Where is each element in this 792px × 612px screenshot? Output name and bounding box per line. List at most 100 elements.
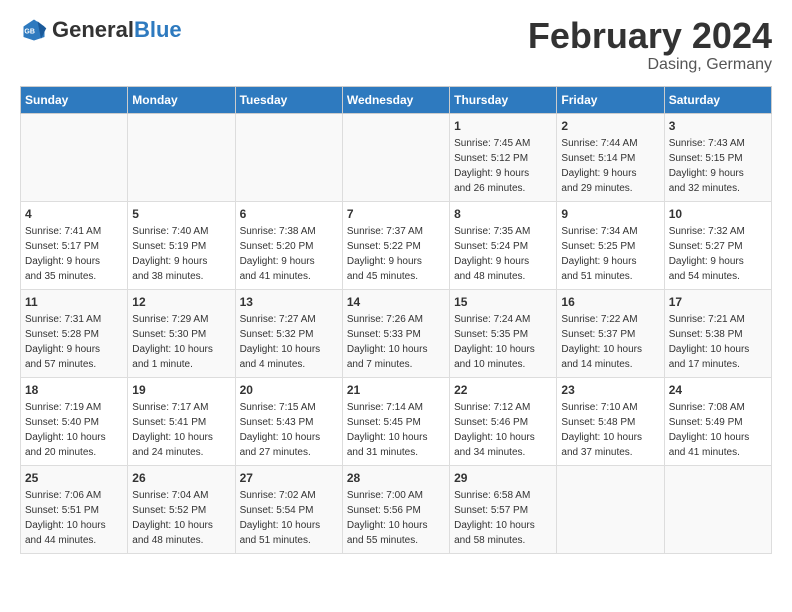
svg-text:GB: GB [24,29,35,36]
day-info: Sunrise: 7:21 AM Sunset: 5:38 PM Dayligh… [669,312,767,372]
table-row: 19Sunrise: 7:17 AM Sunset: 5:41 PM Dayli… [128,377,235,465]
table-row: 7 Sunrise: 7:37 AM Sunset: 5:22 PM Daylig… [342,201,449,289]
day-number: 23 [561,383,659,397]
day-info: Sunrise: 7:14 AM Sunset: 5:45 PM Dayligh… [347,400,445,460]
week-row-2: 11 Sunrise: 7:31 AM Sunset: 5:28 PM Dayli… [21,289,772,377]
day-info: Sunrise: 7:34 AM Sunset: 5:25 PM Dayligh… [561,224,659,284]
table-row: 4Sunrise: 7:41 AM Sunset: 5:17 PM Daylig… [21,201,128,289]
col-monday: Monday [128,86,235,113]
table-row: 13 Sunrise: 7:27 AM Sunset: 5:32 PM Dayli… [235,289,342,377]
day-number: 7 [347,207,445,221]
day-number: 11 [25,295,123,309]
table-row [557,465,664,553]
col-friday: Friday [557,86,664,113]
day-info: Sunrise: 7:08 AM Sunset: 5:49 PM Dayligh… [669,400,767,460]
table-row: 20 Sunrise: 7:15 AM Sunset: 5:43 PM Dayli… [235,377,342,465]
logo-general: General [52,17,134,42]
logo: GB GeneralBlue [20,16,182,44]
calendar-header-row: Sunday Monday Tuesday Wednesday Thursday… [21,86,772,113]
table-row [128,113,235,201]
location: Dasing, Germany [528,56,772,74]
table-row: 5 Sunrise: 7:40 AM Sunset: 5:19 PM Daylig… [128,201,235,289]
table-row: 1Sunrise: 7:45 AM Sunset: 5:12 PM Daylig… [450,113,557,201]
day-number: 28 [347,471,445,485]
table-row: 23 Sunrise: 7:10 AM Sunset: 5:48 PM Dayli… [557,377,664,465]
col-wednesday: Wednesday [342,86,449,113]
week-row-4: 25 Sunrise: 7:06 AM Sunset: 5:51 PM Dayli… [21,465,772,553]
col-sunday: Sunday [21,86,128,113]
table-row: 3 Sunrise: 7:43 AM Sunset: 5:15 PM Daylig… [664,113,771,201]
table-row: 8Sunrise: 7:35 AM Sunset: 5:24 PM Daylig… [450,201,557,289]
title-block: February 2024 Dasing, Germany [528,16,772,74]
day-number: 1 [454,119,552,133]
calendar-table: Sunday Monday Tuesday Wednesday Thursday… [20,86,772,554]
day-number: 13 [240,295,338,309]
day-number: 5 [132,207,230,221]
col-thursday: Thursday [450,86,557,113]
day-info: Sunrise: 7:02 AM Sunset: 5:54 PM Dayligh… [240,488,338,548]
day-info: Sunrise: 7:04 AM Sunset: 5:52 PM Dayligh… [132,488,230,548]
table-row: 6 Sunrise: 7:38 AM Sunset: 5:20 PM Daylig… [235,201,342,289]
day-info: Sunrise: 7:43 AM Sunset: 5:15 PM Dayligh… [669,136,767,196]
day-info: Sunrise: 7:29 AM Sunset: 5:30 PM Dayligh… [132,312,230,372]
day-number: 20 [240,383,338,397]
week-row-1: 4Sunrise: 7:41 AM Sunset: 5:17 PM Daylig… [21,201,772,289]
day-info: Sunrise: 7:06 AM Sunset: 5:51 PM Dayligh… [25,488,123,548]
logo-icon: GB [20,16,48,44]
day-info: Sunrise: 7:40 AM Sunset: 5:19 PM Dayligh… [132,224,230,284]
day-number: 17 [669,295,767,309]
day-number: 16 [561,295,659,309]
day-info: Sunrise: 7:38 AM Sunset: 5:20 PM Dayligh… [240,224,338,284]
day-number: 18 [25,383,123,397]
day-number: 14 [347,295,445,309]
day-info: Sunrise: 7:17 AM Sunset: 5:41 PM Dayligh… [132,400,230,460]
day-info: Sunrise: 7:31 AM Sunset: 5:28 PM Dayligh… [25,312,123,372]
day-info: Sunrise: 7:10 AM Sunset: 5:48 PM Dayligh… [561,400,659,460]
day-number: 8 [454,207,552,221]
day-number: 9 [561,207,659,221]
table-row [342,113,449,201]
logo-text: GeneralBlue [52,19,182,41]
day-info: Sunrise: 7:27 AM Sunset: 5:32 PM Dayligh… [240,312,338,372]
page: GB GeneralBlue February 2024 Dasing, Ger… [0,0,792,570]
day-number: 22 [454,383,552,397]
table-row: 15 Sunrise: 7:24 AM Sunset: 5:35 PM Dayli… [450,289,557,377]
table-row: 12 Sunrise: 7:29 AM Sunset: 5:30 PM Dayli… [128,289,235,377]
table-row: 22 Sunrise: 7:12 AM Sunset: 5:46 PM Dayli… [450,377,557,465]
table-row [235,113,342,201]
table-row: 18 Sunrise: 7:19 AM Sunset: 5:40 PM Dayli… [21,377,128,465]
table-row: 14 Sunrise: 7:26 AM Sunset: 5:33 PM Dayli… [342,289,449,377]
logo-blue: Blue [134,17,182,42]
day-number: 26 [132,471,230,485]
day-info: Sunrise: 6:58 AM Sunset: 5:57 PM Dayligh… [454,488,552,548]
table-row: 21 Sunrise: 7:14 AM Sunset: 5:45 PM Dayli… [342,377,449,465]
day-number: 6 [240,207,338,221]
day-info: Sunrise: 7:24 AM Sunset: 5:35 PM Dayligh… [454,312,552,372]
day-number: 25 [25,471,123,485]
table-row: 11 Sunrise: 7:31 AM Sunset: 5:28 PM Dayli… [21,289,128,377]
day-info: Sunrise: 7:37 AM Sunset: 5:22 PM Dayligh… [347,224,445,284]
table-row: 16 Sunrise: 7:22 AM Sunset: 5:37 PM Dayli… [557,289,664,377]
day-info: Sunrise: 7:26 AM Sunset: 5:33 PM Dayligh… [347,312,445,372]
day-info: Sunrise: 7:00 AM Sunset: 5:56 PM Dayligh… [347,488,445,548]
day-number: 15 [454,295,552,309]
table-row: 17 Sunrise: 7:21 AM Sunset: 5:38 PM Dayli… [664,289,771,377]
table-row: 10Sunrise: 7:32 AM Sunset: 5:27 PM Dayli… [664,201,771,289]
day-info: Sunrise: 7:15 AM Sunset: 5:43 PM Dayligh… [240,400,338,460]
day-info: Sunrise: 7:44 AM Sunset: 5:14 PM Dayligh… [561,136,659,196]
day-number: 27 [240,471,338,485]
table-row [664,465,771,553]
day-number: 24 [669,383,767,397]
day-info: Sunrise: 7:19 AM Sunset: 5:40 PM Dayligh… [25,400,123,460]
day-number: 3 [669,119,767,133]
day-info: Sunrise: 7:12 AM Sunset: 5:46 PM Dayligh… [454,400,552,460]
table-row: 9 Sunrise: 7:34 AM Sunset: 5:25 PM Daylig… [557,201,664,289]
day-number: 4 [25,207,123,221]
day-number: 21 [347,383,445,397]
day-number: 2 [561,119,659,133]
table-row: 27 Sunrise: 7:02 AM Sunset: 5:54 PM Dayli… [235,465,342,553]
day-number: 12 [132,295,230,309]
table-row: 25 Sunrise: 7:06 AM Sunset: 5:51 PM Dayli… [21,465,128,553]
day-info: Sunrise: 7:22 AM Sunset: 5:37 PM Dayligh… [561,312,659,372]
table-row: 28 Sunrise: 7:00 AM Sunset: 5:56 PM Dayli… [342,465,449,553]
